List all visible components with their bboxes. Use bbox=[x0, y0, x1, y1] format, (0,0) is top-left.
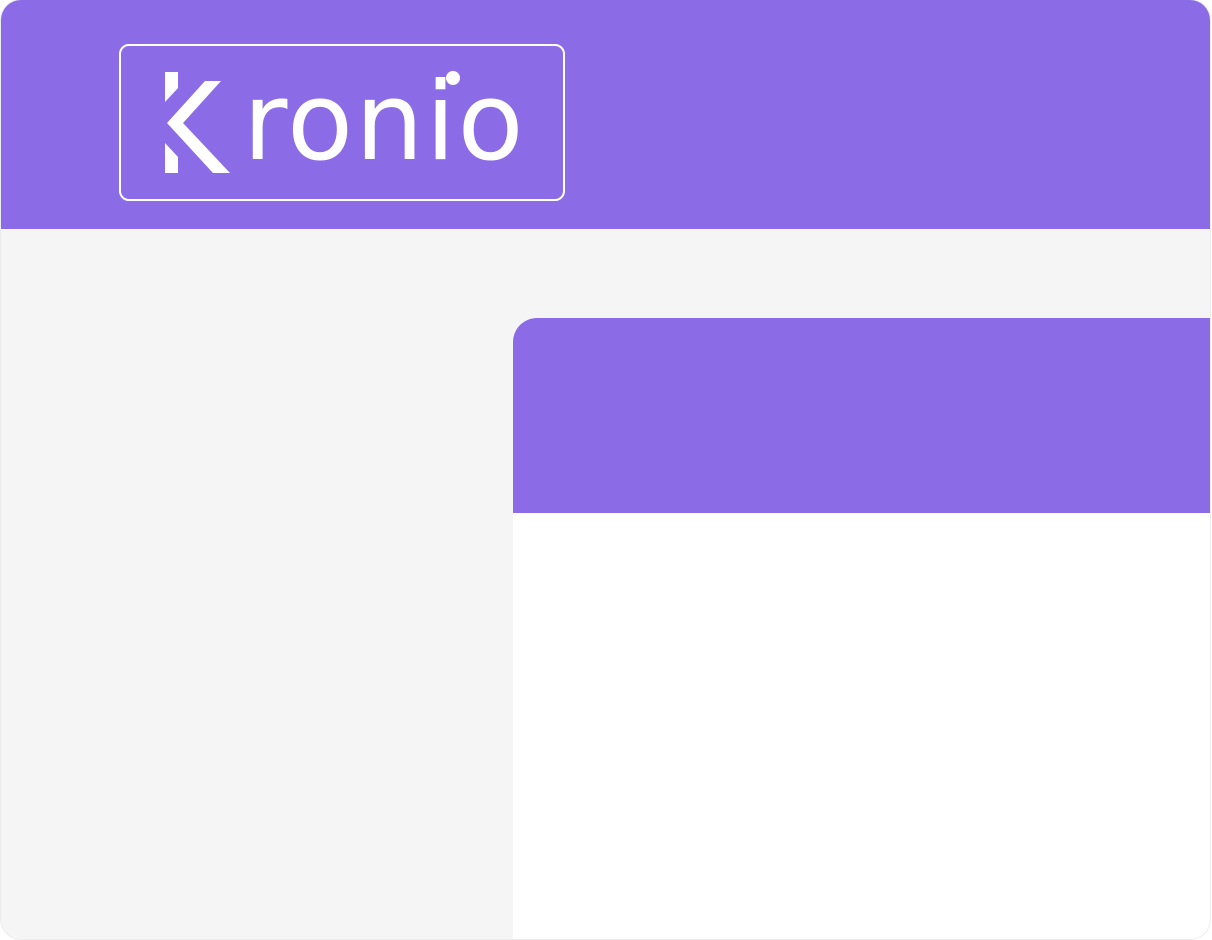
content-panel-header bbox=[513, 318, 1210, 513]
logo[interactable]: ronio bbox=[119, 44, 565, 201]
content-panel bbox=[513, 318, 1210, 939]
app-header: ronio bbox=[1, 0, 1210, 229]
content-panel-body bbox=[513, 513, 1210, 939]
app-window: ronio bbox=[1, 0, 1210, 939]
logo-wordmark: ronio bbox=[243, 60, 526, 185]
sidebar bbox=[1, 229, 513, 939]
